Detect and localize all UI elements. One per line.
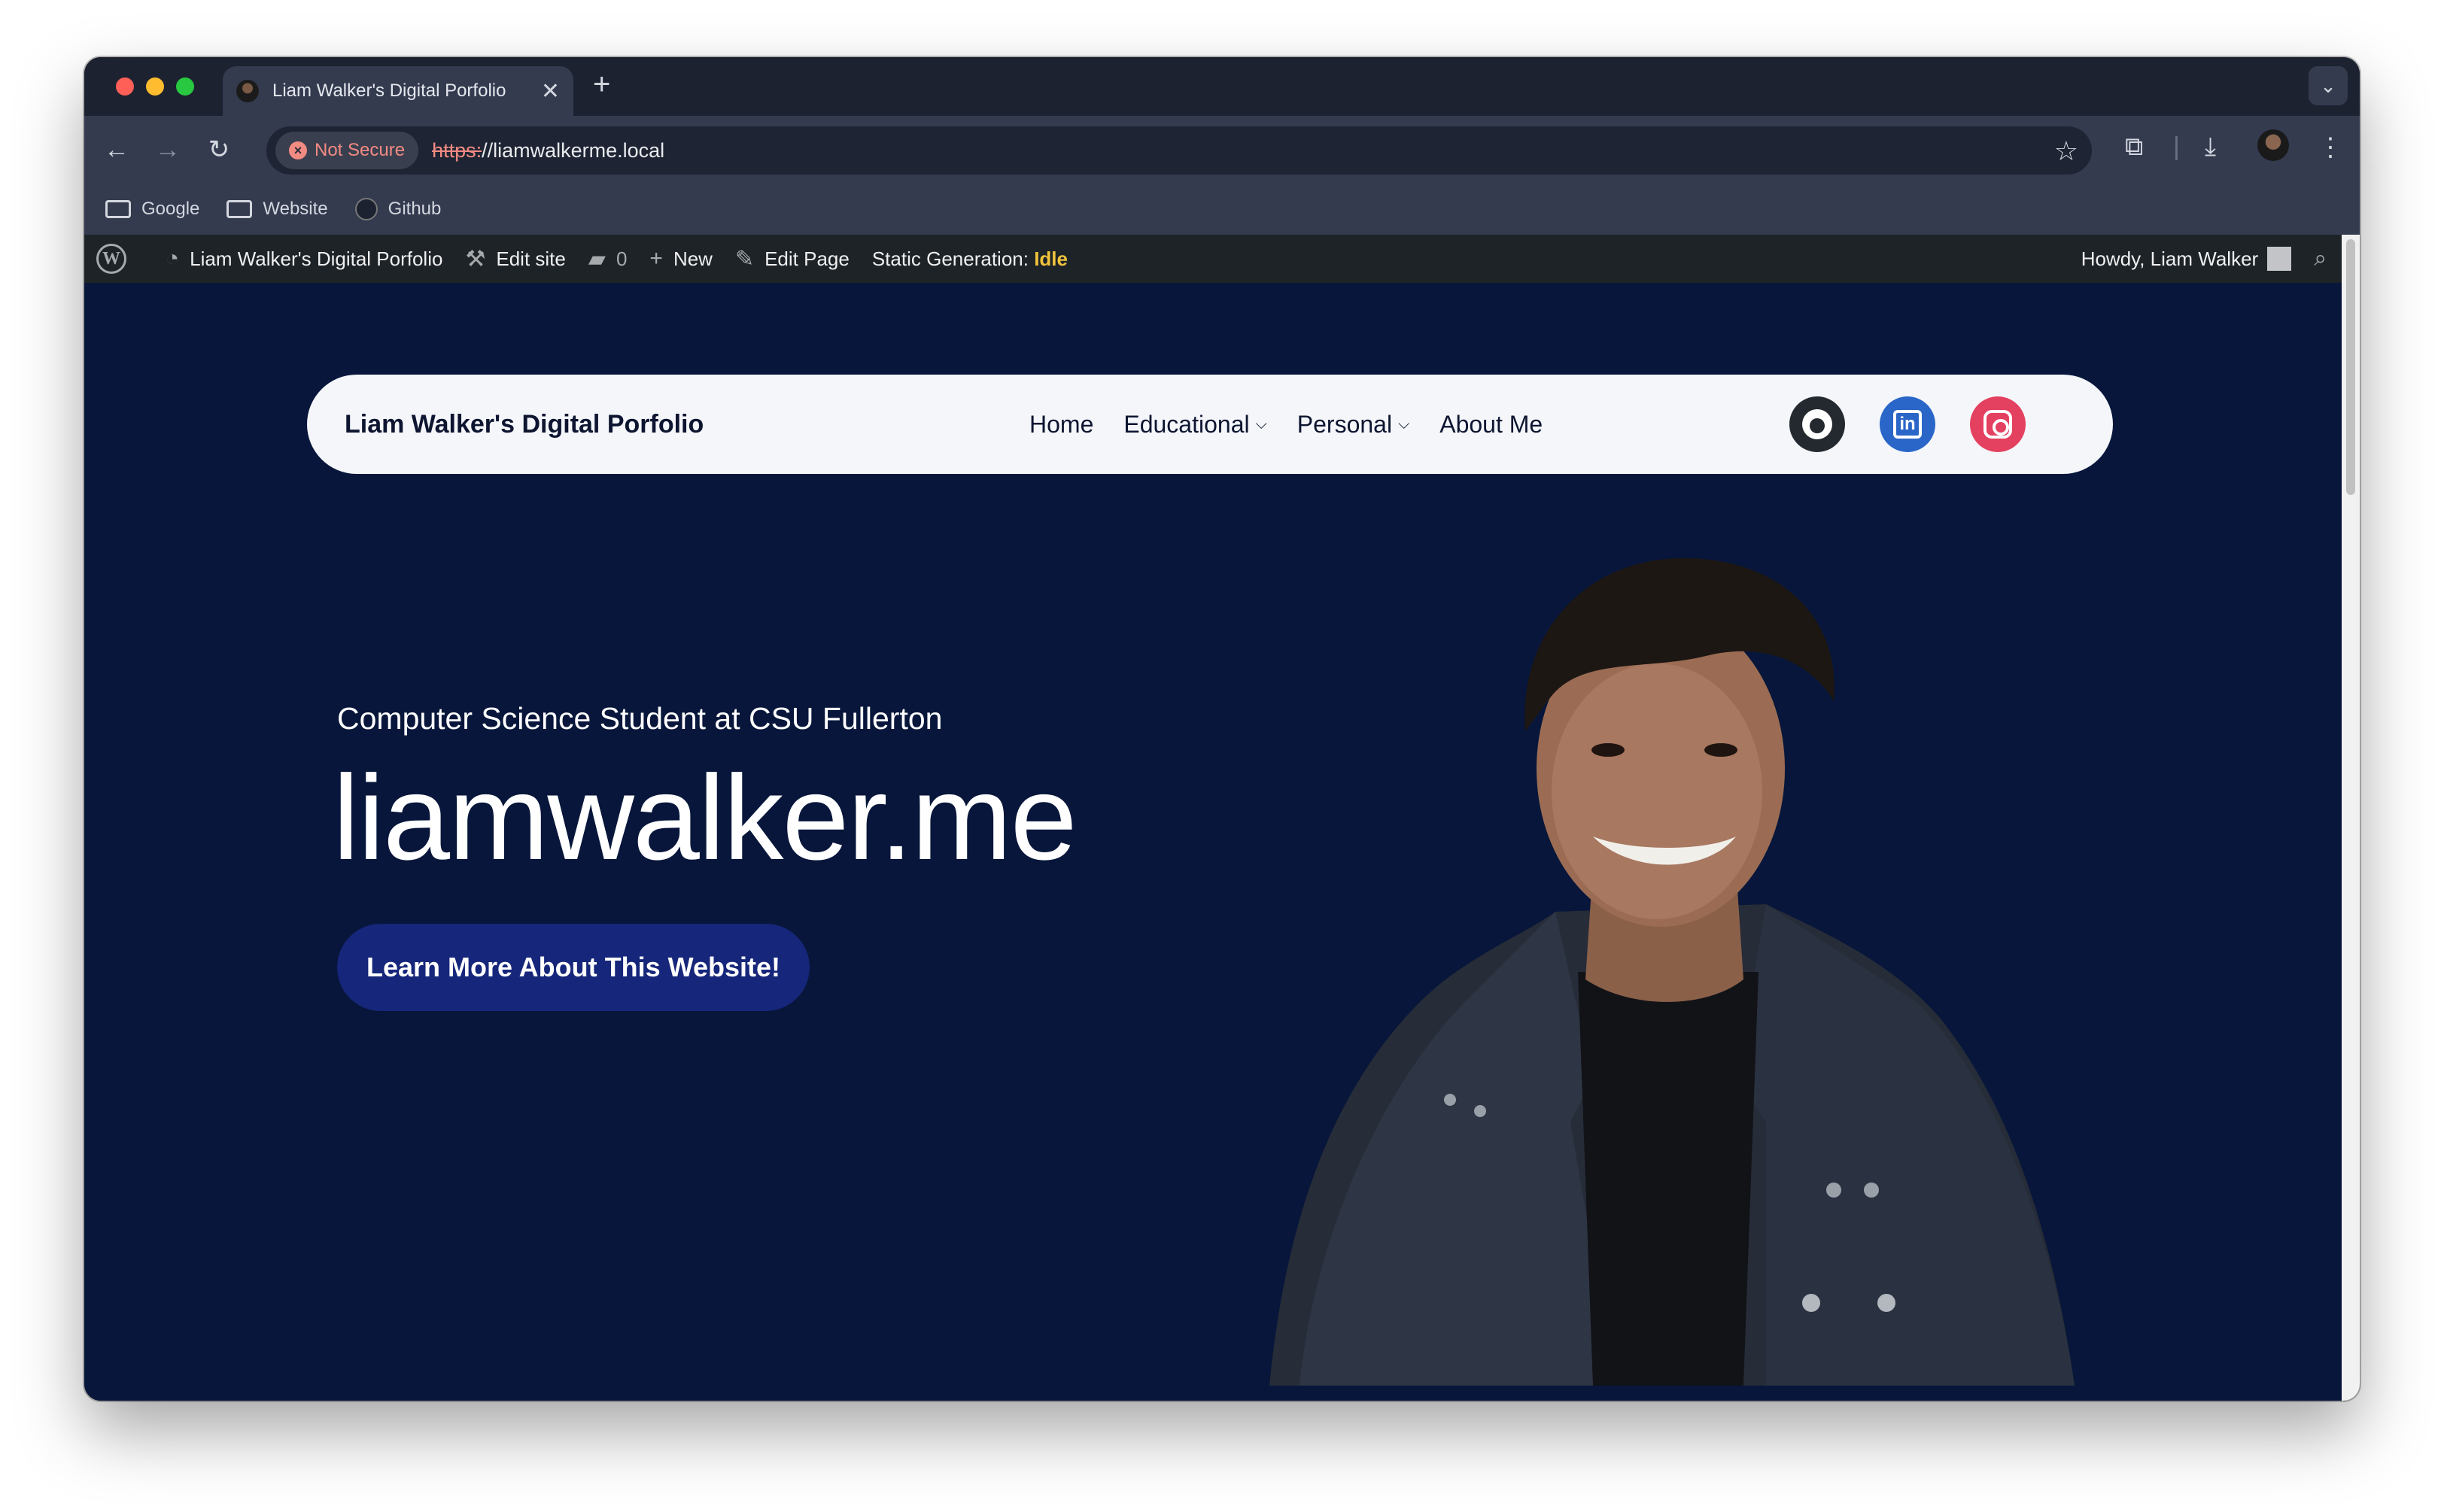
url-text[interactable]: https://liamwalkerme.local — [432, 139, 664, 162]
bookmark-label: Website — [263, 199, 328, 219]
security-label: Not Secure — [315, 140, 406, 160]
bookmarks-bar: Google Website Github — [84, 184, 2360, 235]
adminbar-edit-site[interactable]: ⚒ Edit site — [465, 246, 565, 272]
plus-icon: + — [649, 246, 663, 271]
close-window-button[interactable] — [116, 77, 134, 96]
not-secure-icon: × — [289, 141, 307, 159]
scrollbar-thumb[interactable] — [2346, 239, 2355, 495]
menu-item-about-me[interactable]: About Me — [1439, 411, 1543, 439]
wp-admin-bar: W ◔ Liam Walker's Digital Porfolio ⚒ Edi… — [84, 235, 2342, 283]
browser-toolbar: ← → ↻ × Not Secure https://liamwalkerme.… — [84, 116, 2360, 184]
folder-icon — [226, 200, 253, 218]
tab-favicon-icon — [236, 80, 259, 102]
github-favicon-icon — [354, 198, 378, 220]
linkedin-link[interactable]: in — [1880, 396, 1935, 452]
folder-icon — [105, 200, 131, 218]
address-bar[interactable]: × Not Secure https://liamwalkerme.local … — [266, 126, 2092, 175]
portrait-photo — [1269, 558, 2075, 1386]
site-title[interactable]: Liam Walker's Digital Porfolio — [345, 410, 704, 439]
url-host: //liamwalkerme.local — [482, 138, 665, 162]
adminbar-account: Howdy, Liam Walker ⌕ — [2081, 235, 2327, 283]
security-chip[interactable]: × Not Secure — [275, 132, 419, 169]
adminbar-site-name[interactable]: ◔ Liam Walker's Digital Porfolio — [166, 246, 442, 272]
edit-page-label: Edit Page — [765, 247, 850, 270]
hero-headline: liamwalker.me — [333, 750, 1078, 885]
tab-active[interactable]: Liam Walker's Digital Porfolio ✕ — [223, 66, 573, 116]
site-header: Liam Walker's Digital Porfolio Home Educ… — [307, 375, 2113, 474]
menu-label: About Me — [1439, 410, 1543, 438]
page-viewport: W ◔ Liam Walker's Digital Porfolio ⚒ Edi… — [84, 235, 2342, 1401]
tab-title: Liam Walker's Digital Porfolio — [272, 80, 506, 101]
menu-item-home[interactable]: Home — [1029, 411, 1093, 439]
instagram-icon — [1983, 410, 2012, 439]
back-arrow-icon[interactable]: ← — [99, 132, 134, 167]
instagram-link[interactable] — [1970, 396, 2026, 452]
chevron-down-icon: ⌵ — [1398, 415, 1410, 433]
adminbar-site-label: Liam Walker's Digital Porfolio — [190, 247, 443, 270]
profile-avatar[interactable] — [2257, 129, 2289, 161]
comments-count: 0 — [616, 247, 628, 270]
bookmark-star-icon[interactable]: ☆ — [2054, 135, 2078, 167]
page-scrollbar[interactable] — [2342, 235, 2360, 1401]
brush-icon: ⚒ — [465, 246, 486, 272]
edit-site-label: Edit site — [496, 247, 566, 270]
menu-item-personal[interactable]: Personal ⌵ — [1297, 411, 1409, 439]
menu-label: Educational — [1123, 410, 1250, 438]
toolbar-divider: | — [2173, 132, 2180, 161]
maximize-window-button[interactable] — [176, 77, 194, 96]
tab-bar: Liam Walker's Digital Porfolio ✕ + ⌄ — [84, 57, 2360, 116]
tab-search-chevron-icon[interactable]: ⌄ — [2309, 66, 2348, 105]
github-icon — [1802, 409, 1832, 439]
browser-menu-icon[interactable]: ⋮ — [2318, 132, 2343, 162]
pencil-icon: ✎ — [734, 246, 755, 272]
linkedin-icon: in — [1893, 410, 1922, 439]
adminbar-comments[interactable]: ▰ 0 — [588, 246, 628, 272]
bookmark-website[interactable]: Website — [226, 199, 328, 220]
wordpress-logo-icon[interactable]: W — [96, 244, 126, 274]
adminbar-static-generation[interactable]: Static Generation: Idle — [872, 247, 1068, 271]
bookmark-label: Google — [141, 199, 200, 219]
bookmark-google[interactable]: Google — [105, 199, 199, 220]
static-gen-label: Static Generation: — [871, 247, 1029, 270]
learn-more-button[interactable]: Learn More About This Website! — [337, 924, 810, 1011]
primary-menu: Home Educational ⌵ Personal ⌵ About Me — [1029, 411, 1573, 439]
adminbar-new[interactable]: + New — [649, 246, 713, 272]
user-avatar[interactable] — [2267, 247, 2292, 271]
comment-icon: ▰ — [588, 246, 606, 272]
bookmark-label: Github — [388, 199, 442, 219]
bookmark-github[interactable]: Github — [354, 198, 442, 220]
adminbar-edit-page[interactable]: ✎ Edit Page — [735, 246, 850, 272]
new-label: New — [673, 247, 713, 270]
reload-icon[interactable]: ↻ — [202, 132, 236, 167]
url-scheme: https: — [432, 138, 482, 162]
hero-subtitle: Computer Science Student at CSU Fullerto… — [337, 701, 943, 736]
forward-arrow-icon[interactable]: → — [150, 132, 185, 167]
menu-label: Home — [1029, 410, 1094, 438]
search-icon[interactable]: ⌕ — [2314, 246, 2327, 272]
tab-close-icon[interactable]: ✕ — [541, 78, 560, 105]
static-gen-status: Idle — [1034, 247, 1068, 270]
github-link[interactable] — [1789, 396, 1845, 452]
menu-label: Personal — [1296, 410, 1393, 438]
howdy-label[interactable]: Howdy, Liam Walker — [2081, 247, 2259, 271]
new-tab-button[interactable]: + — [593, 69, 610, 99]
menu-item-educational[interactable]: Educational ⌵ — [1123, 411, 1266, 439]
dashboard-icon: ◔ — [166, 246, 180, 271]
chevron-down-icon: ⌵ — [1255, 415, 1267, 433]
downloads-icon[interactable]: ⤓ — [2205, 132, 2216, 162]
extensions-icon[interactable]: ⧉ — [2125, 132, 2143, 162]
browser-window: Liam Walker's Digital Porfolio ✕ + ⌄ ← →… — [84, 57, 2360, 1401]
minimize-window-button[interactable] — [146, 77, 164, 96]
